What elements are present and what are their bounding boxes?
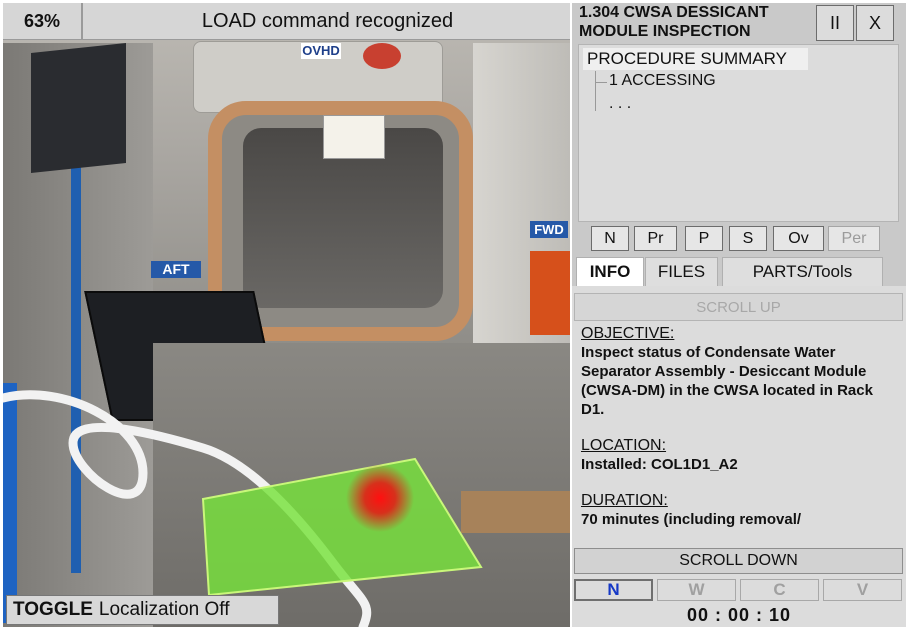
duration-text: 70 minutes (including removal/: [581, 511, 802, 528]
duration-heading: DURATION:: [581, 492, 668, 509]
procedure-summary-title: PROCEDURE SUMMARY: [583, 48, 808, 70]
elapsed-timer: 00 : 00 : 10: [686, 605, 792, 625]
target-area: [201, 457, 483, 597]
nav-button-pr[interactable]: Pr: [634, 226, 677, 251]
nav-button-per[interactable]: Per: [828, 226, 880, 251]
tree-line: [595, 71, 596, 111]
toggle-keyword: TOGGLE: [13, 599, 93, 620]
step-item[interactable]: 1 ACCESSING: [609, 72, 716, 90]
status-message: LOAD command recognized: [201, 10, 454, 32]
mode-button-c[interactable]: C: [740, 579, 819, 601]
procedure-title-line2: MODULE INSPECTION: [579, 23, 751, 40]
step-item-more: . . .: [609, 95, 632, 112]
info-pane: SCROLL UP OBJECTIVE: Inspect status of C…: [572, 286, 906, 627]
pause-button[interactable]: II: [816, 5, 854, 41]
scroll-down-button[interactable]: SCROLL DOWN: [574, 548, 903, 574]
nav-button-n[interactable]: N: [591, 226, 629, 251]
toggle-label: Localization Off: [98, 599, 230, 620]
scroll-up-button[interactable]: SCROLL UP: [574, 293, 903, 321]
tree-branch: [595, 82, 607, 83]
mode-button-v[interactable]: V: [823, 579, 902, 601]
objective-text: Inspect status of Condensate Water Separ…: [581, 344, 873, 418]
mode-button-w[interactable]: W: [657, 579, 736, 601]
toggle-localization-button[interactable]: TOGGLE Localization Off: [6, 595, 279, 625]
info-content: OBJECTIVE: Inspect status of Condensate …: [581, 324, 899, 540]
procedure-title-line1: 1.304 CWSA DESSICANT: [579, 4, 769, 21]
mode-button-n[interactable]: N: [574, 579, 653, 601]
procedure-summary: PROCEDURE SUMMARY 1 ACCESSING . . .: [578, 44, 899, 222]
procedure-panel: 1.304 CWSA DESSICANT MODULE INSPECTION I…: [572, 3, 906, 627]
location-heading: LOCATION:: [581, 437, 667, 454]
tab-files[interactable]: FILES: [645, 257, 718, 286]
battery-percentage: 63%: [3, 3, 83, 40]
nav-button-s[interactable]: S: [729, 226, 767, 251]
status-bar: 63% LOAD command recognized: [3, 3, 570, 40]
location-text: Installed: COL1D1_A2: [581, 456, 738, 473]
tab-info[interactable]: INFO: [576, 257, 644, 286]
tab-parts-tools[interactable]: PARTS/Tools: [722, 257, 883, 286]
camera-view: OVHD AFT FWD: [3, 3, 570, 627]
procedure-title: 1.304 CWSA DESSICANT MODULE INSPECTION: [574, 3, 814, 43]
close-button[interactable]: X: [856, 5, 894, 41]
target-overlay: [201, 457, 483, 597]
objective-heading: OBJECTIVE:: [581, 325, 675, 342]
nav-button-ov[interactable]: Ov: [773, 226, 824, 251]
target-marker: [346, 464, 414, 532]
nav-button-p[interactable]: P: [685, 226, 723, 251]
